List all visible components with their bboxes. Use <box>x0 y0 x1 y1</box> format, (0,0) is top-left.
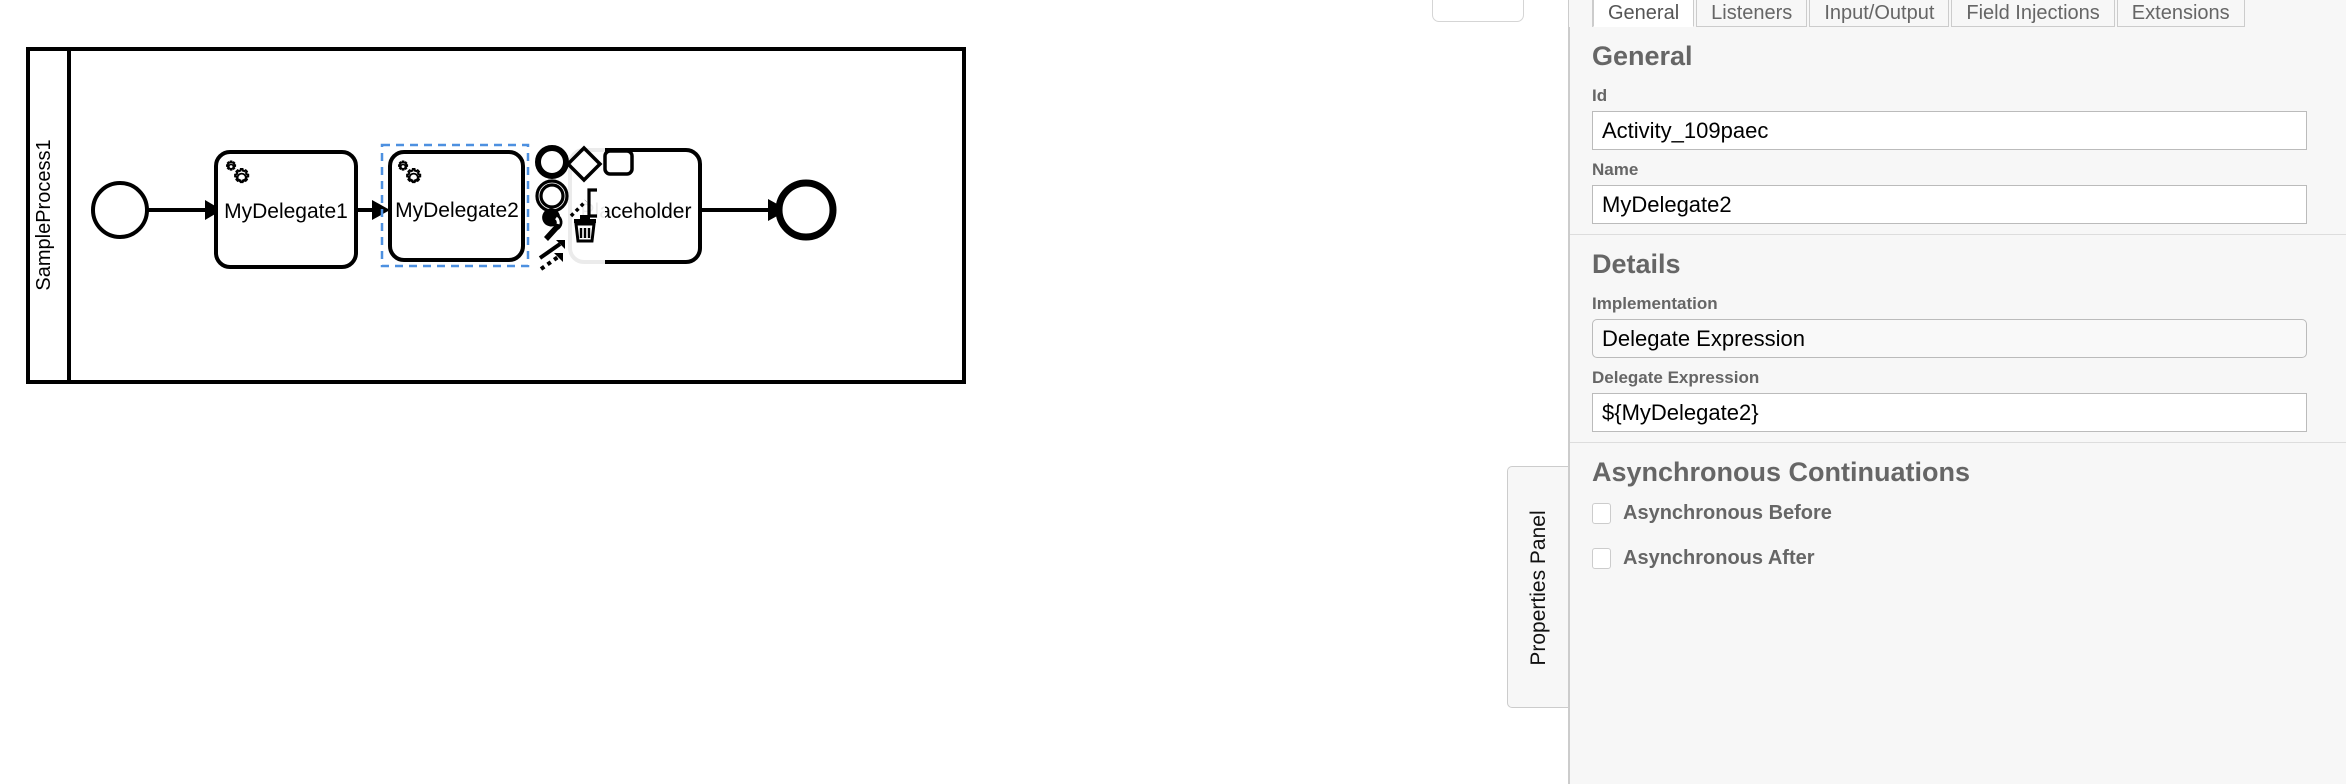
field-implementation-label: Implementation <box>1592 294 1718 313</box>
tab-input-output[interactable]: Input/Output <box>1809 0 1950 27</box>
bpmn-diagram: SampleProcess1 MyDelegate1 MyDelegate2 P… <box>26 47 966 384</box>
divider-details-async <box>1570 442 2346 443</box>
tab-general[interactable]: General <box>1593 0 1695 27</box>
tab-general-label: General <box>1608 1 1680 24</box>
field-delegate-expression-label: Delegate Expression <box>1592 368 1760 387</box>
asynchronous-after-label: Asynchronous After <box>1623 547 1815 569</box>
tab-listeners-label: Listeners <box>1711 1 1793 24</box>
pool-label: SampleProcess1 <box>33 139 55 290</box>
properties-tab-strip: General Listeners Input/Output Field Inj… <box>1569 0 2346 27</box>
cutoff-rounded-element <box>1432 0 1524 22</box>
service-task-mydelegate1-label: MyDelegate1 <box>224 200 348 223</box>
properties-panel-handle[interactable]: Properties Panel <box>1507 466 1568 708</box>
implementation-select[interactable]: Delegate Expression <box>1592 319 2307 358</box>
asynchronous-after-row[interactable]: Asynchronous After <box>1592 547 2335 570</box>
delegate-expression-input[interactable]: ${MyDelegate2} <box>1592 393 2307 432</box>
asynchronous-before-row[interactable]: Asynchronous Before <box>1592 502 2335 525</box>
tab-extensions-label: Extensions <box>2131 1 2230 24</box>
properties-panel: General Listeners Input/Output Field Inj… <box>1568 0 2346 784</box>
tab-extensions[interactable]: Extensions <box>2116 0 2245 27</box>
properties-panel-body: General Id Activity_109paec Name MyDeleg… <box>1569 27 2346 784</box>
bpmn-canvas[interactable]: SampleProcess1 MyDelegate1 MyDelegate2 P… <box>0 0 1568 784</box>
tab-field-injections[interactable]: Field Injections <box>1951 0 2115 27</box>
field-name-label: Name <box>1592 160 1639 179</box>
asynchronous-after-checkbox[interactable] <box>1592 548 1611 569</box>
group-details: Details Implementation Delegate Expressi… <box>1570 249 2346 432</box>
start-event[interactable] <box>91 181 149 239</box>
field-delegate-expression: Delegate Expression ${MyDelegate2} <box>1592 368 2335 432</box>
field-id: Id Activity_109paec <box>1592 86 2335 150</box>
tab-field-injections-label: Field Injections <box>1966 1 2100 24</box>
id-input[interactable]: Activity_109paec <box>1592 111 2307 150</box>
field-name: Name MyDelegate2 <box>1592 160 2335 224</box>
end-event[interactable] <box>775 179 837 241</box>
group-details-title: Details <box>1592 249 1681 279</box>
tab-input-output-label: Input/Output <box>1824 1 1935 24</box>
group-asynchronous-continuations: Asynchronous Continuations Asynchronous … <box>1570 457 2346 570</box>
asynchronous-before-label: Asynchronous Before <box>1623 502 1832 524</box>
group-asynchronous-continuations-title: Asynchronous Continuations <box>1592 457 1970 487</box>
asynchronous-before-checkbox[interactable] <box>1592 503 1611 524</box>
name-input[interactable]: MyDelegate2 <box>1592 185 2307 224</box>
tab-strip-leading-spacer <box>1569 0 1593 27</box>
properties-panel-handle-label: Properties Panel <box>1526 510 1550 666</box>
service-task-mydelegate2-label: MyDelegate2 <box>395 199 519 222</box>
field-id-label: Id <box>1592 86 1608 105</box>
field-implementation: Implementation Delegate Expression <box>1592 294 2335 358</box>
divider-general-details <box>1570 234 2346 235</box>
tab-listeners[interactable]: Listeners <box>1696 0 1808 27</box>
group-general-title: General <box>1592 41 1693 71</box>
app-root: SampleProcess1 MyDelegate1 MyDelegate2 P… <box>0 0 2346 784</box>
group-general: General Id Activity_109paec Name MyDeleg… <box>1570 41 2346 224</box>
